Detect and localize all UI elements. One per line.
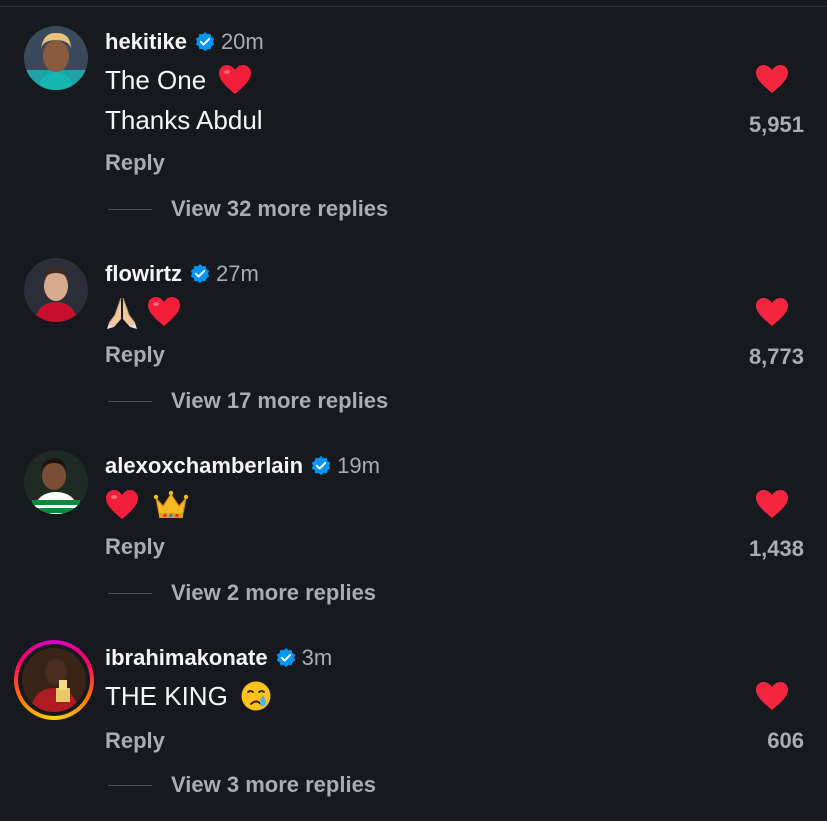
comment-line: The One [105, 64, 207, 95]
folded-hands-emoji [107, 297, 137, 329]
comment-line: THE KING [105, 680, 228, 711]
reply-button[interactable]: Reply [105, 150, 165, 176]
like-count: 5,951 [748, 112, 804, 137]
avatar-story-ring[interactable] [14, 640, 94, 720]
comment-text [105, 487, 189, 523]
divider-line [108, 784, 152, 786]
timestamp: 27m [216, 261, 259, 286]
avatar[interactable] [24, 26, 88, 90]
divider-line [108, 400, 152, 402]
like-count: 1,438 [748, 536, 804, 561]
like-heart-icon[interactable] [755, 681, 789, 711]
username[interactable]: hekitike [105, 29, 187, 55]
like-heart-icon[interactable] [755, 297, 789, 327]
reply-button[interactable]: Reply [105, 342, 165, 368]
verified-badge-icon [195, 32, 215, 52]
top-divider [0, 6, 827, 7]
comment-text: The One [105, 62, 252, 98]
like-heart-icon[interactable] [755, 64, 789, 94]
view-replies-button[interactable]: View 2 more replies [108, 580, 376, 606]
avatar[interactable] [24, 450, 88, 514]
view-replies-label: View 2 more replies [171, 580, 377, 605]
username[interactable]: alexoxchamberlain [105, 453, 303, 479]
timestamp: 19m [337, 453, 380, 478]
crying-face-emoji [241, 681, 271, 711]
red-heart-emoji [148, 297, 180, 326]
timestamp: 3m [301, 645, 333, 670]
comment-line-2: Thanks Abdul [105, 104, 263, 135]
avatar [22, 648, 86, 712]
crown-emoji [153, 490, 189, 518]
red-heart-emoji [106, 490, 138, 519]
like-count: 8,773 [748, 344, 804, 369]
reply-button[interactable]: Reply [105, 728, 165, 754]
avatar[interactable] [24, 258, 88, 322]
verified-badge-icon [190, 264, 210, 284]
verified-badge-icon [276, 648, 295, 668]
like-count: 606 [767, 728, 804, 753]
reply-button[interactable]: Reply [105, 534, 165, 560]
comments-page: hekitike 20m The One Thanks Abdul Reply … [0, 0, 827, 821]
view-replies-button[interactable]: View 3 more replies [108, 772, 376, 798]
like-heart-icon[interactable] [755, 489, 789, 519]
username[interactable]: ibrahimakonate [105, 645, 268, 671]
divider-line [108, 592, 152, 594]
divider-line [108, 208, 152, 210]
comment-text: THE KING [105, 678, 272, 714]
verified-badge-icon [311, 456, 331, 476]
view-replies-label: View 17 more replies [171, 388, 389, 413]
username[interactable]: flowirtz [105, 261, 182, 287]
view-replies-label: View 3 more replies [171, 772, 377, 797]
comment-text [105, 294, 181, 330]
view-replies-label: View 32 more replies [171, 196, 389, 221]
timestamp: 20m [220, 29, 264, 54]
view-replies-button[interactable]: View 32 more replies [108, 196, 388, 222]
view-replies-button[interactable]: View 17 more replies [108, 388, 388, 414]
red-heart-emoji [219, 65, 252, 94]
